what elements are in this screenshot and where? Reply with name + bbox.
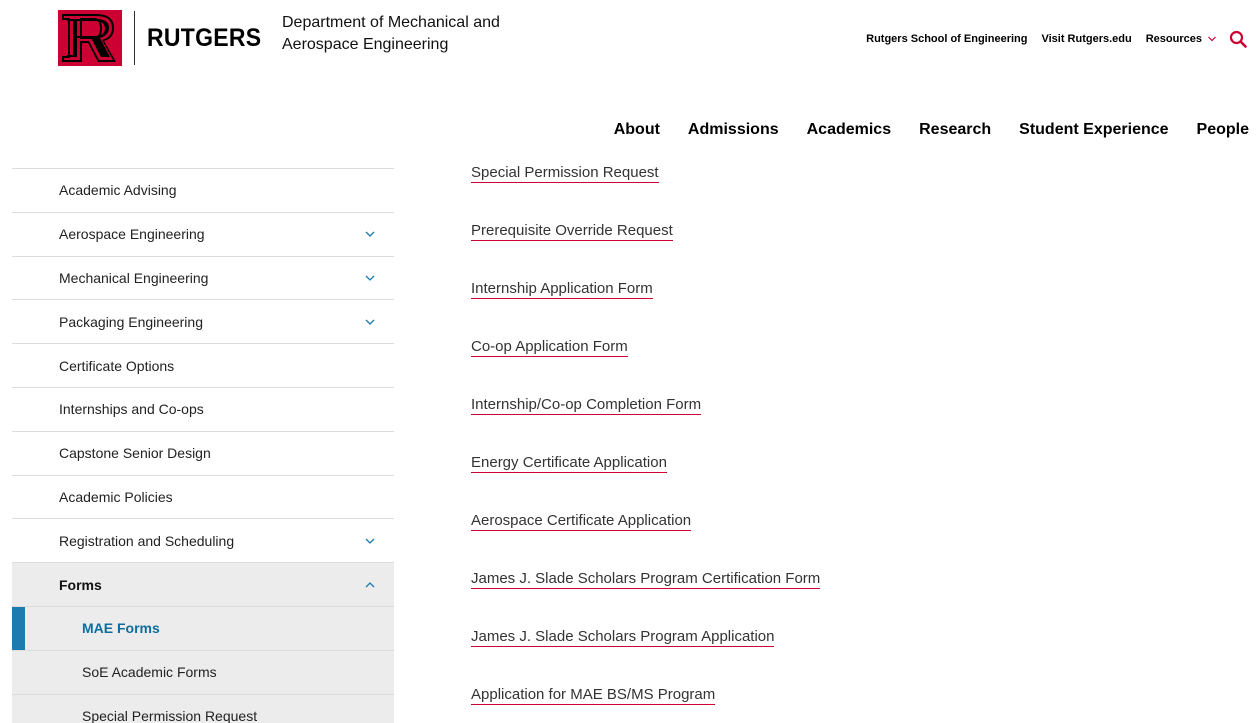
sidebar-subitem-soe-academic-forms[interactable]: SoE Academic Forms (12, 649, 394, 694)
form-link-text: Internship Application Form (471, 280, 653, 299)
form-link[interactable]: Special Permission Request (471, 162, 820, 220)
rutgers-logo[interactable]: RUTGERS (58, 10, 271, 66)
logo-divider (134, 11, 135, 65)
department-name[interactable]: Department of Mechanical and Aerospace E… (282, 12, 542, 56)
nav-people[interactable]: People (1197, 121, 1249, 139)
sidebar-item-internships-coops[interactable]: Internships and Co-ops (12, 386, 394, 431)
chevron-down-icon[interactable] (364, 272, 376, 284)
resources-dropdown[interactable]: Resources (1146, 33, 1217, 45)
form-link-text: Aerospace Certificate Application (471, 512, 692, 531)
utility-link-visit-rutgers[interactable]: Visit Rutgers.edu (1041, 33, 1131, 45)
form-link-text: Prerequisite Override Request (471, 222, 673, 241)
form-link-text: Application for MAE BS/MS Program (471, 686, 716, 705)
form-link-text: James J. Slade Scholars Program Certific… (471, 570, 821, 589)
sidebar-item-label: Certificate Options (59, 357, 175, 374)
sidebar-item-academic-advising[interactable]: Academic Advising (12, 168, 394, 212)
search-icon[interactable] (1229, 30, 1247, 48)
sidebar-item-label: Forms (59, 576, 102, 593)
form-link[interactable]: James J. Slade Scholars Program Certific… (471, 568, 821, 626)
form-link-text: Special Permission Request (471, 164, 659, 183)
nav-academics[interactable]: Academics (807, 121, 892, 139)
form-link[interactable]: Internship Application Form (471, 278, 820, 336)
form-link[interactable]: Aerospace Certificate Application (471, 510, 820, 568)
sidebar-item-label: MAE Forms (82, 620, 160, 637)
sidebar-item-certificate-options[interactable]: Certificate Options (12, 343, 394, 387)
sidebar-item-label: Capstone Senior Design (59, 445, 211, 462)
forms-link-list: Special Permission Request Prerequisite … (471, 162, 821, 723)
sidebar-item-label: Packaging Engineering (59, 313, 203, 330)
form-link-text: Energy Certificate Application (471, 454, 667, 473)
chevron-down-icon[interactable] (364, 535, 376, 547)
active-indicator (12, 606, 25, 650)
chevron-up-icon[interactable] (364, 579, 376, 591)
nav-student-experience[interactable]: Student Experience (1019, 121, 1168, 139)
chevron-down-icon[interactable] (364, 316, 376, 328)
logo-wordmark: RUTGERS (147, 23, 262, 52)
resources-label: Resources (1145, 33, 1202, 45)
sidebar-item-label: Academic Advising (59, 182, 177, 199)
sidebar-item-label: Academic Policies (59, 488, 173, 505)
form-link-text: James J. Slade Scholars Program Applicat… (471, 628, 775, 647)
sidebar-item-academic-policies[interactable]: Academic Policies (12, 474, 394, 519)
sidebar-item-label: Internships and Co-ops (59, 401, 204, 418)
sidebar-item-label: Mechanical Engineering (59, 269, 209, 286)
sidebar-item-mechanical-engineering[interactable]: Mechanical Engineering (12, 255, 394, 300)
sidebar-nav: Academic Advising Aerospace Engineering … (12, 168, 394, 723)
utility-link-school-of-engineering[interactable]: Rutgers School of Engineering (866, 33, 1027, 45)
chevron-down-icon[interactable] (364, 228, 376, 240)
sidebar-item-label: Aerospace Engineering (59, 226, 205, 243)
chevron-down-icon (1208, 36, 1216, 42)
sidebar-item-label: Special Permission Request (82, 707, 258, 723)
form-link[interactable]: Energy Certificate Application (471, 452, 820, 510)
sidebar-item-label: Registration and Scheduling (59, 532, 235, 549)
form-link-text: Co-op Application Form (471, 338, 628, 357)
form-link[interactable]: James J. Slade Scholars Program Applicat… (471, 626, 820, 684)
sidebar-item-aerospace-engineering[interactable]: Aerospace Engineering (12, 211, 394, 256)
sidebar-item-capstone-senior-design[interactable]: Capstone Senior Design (12, 430, 394, 475)
form-link[interactable]: Co-op Application Form (471, 336, 820, 394)
form-link[interactable]: Internship/Co-op Completion Form (471, 394, 820, 452)
sidebar-item-registration-scheduling[interactable]: Registration and Scheduling (12, 518, 394, 562)
form-link[interactable]: Prerequisite Override Request (471, 220, 820, 278)
nav-admissions[interactable]: Admissions (688, 121, 779, 139)
utility-nav: Rutgers School of Engineering Visit Rutg… (866, 30, 1247, 48)
nav-research[interactable]: Research (919, 121, 991, 139)
nav-about[interactable]: About (614, 121, 660, 139)
main-nav: About Admissions Academics Research Stud… (614, 121, 1249, 139)
sidebar-item-forms[interactable]: Forms (12, 562, 394, 606)
sidebar-subitem-special-permission-request[interactable]: Special Permission Request (12, 693, 394, 723)
sidebar-item-packaging-engineering[interactable]: Packaging Engineering (12, 299, 394, 343)
form-link[interactable]: Application for MAE BS/MS Program (471, 684, 820, 723)
rutgers-r-logo-icon (58, 10, 122, 66)
form-link-text: Internship/Co-op Completion Form (471, 396, 702, 415)
sidebar-item-label: SoE Academic Forms (82, 664, 217, 681)
sidebar-subitem-mae-forms[interactable]: MAE Forms (12, 605, 394, 650)
